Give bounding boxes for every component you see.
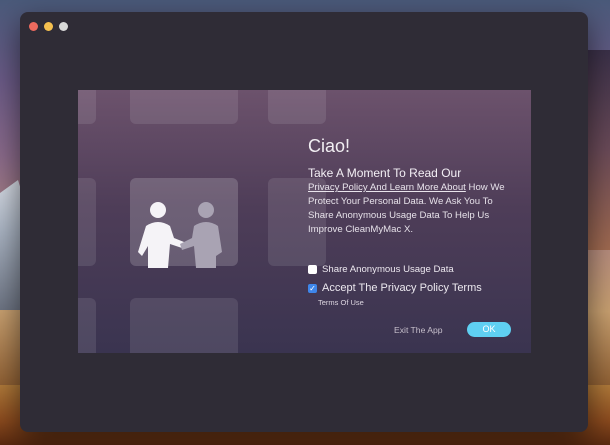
app-window: Ciao! Take A Moment To Read Our Privacy …	[20, 12, 588, 432]
ok-button[interactable]: OK	[467, 322, 511, 337]
intro-paragraph: Take A Moment To Read Our Privacy Policy…	[308, 165, 518, 237]
share-usage-row[interactable]: Share Anonymous Usage Data	[308, 264, 454, 275]
greeting-title: Ciao!	[308, 136, 351, 156]
decor-tile	[78, 178, 96, 266]
accept-terms-label: Accept The Privacy Policy Terms	[322, 282, 482, 294]
privacy-policy-link[interactable]: Privacy Policy And Learn More About	[308, 182, 466, 193]
accept-terms-row[interactable]: ✓ Accept The Privacy Policy Terms	[308, 282, 482, 294]
share-usage-label: Share Anonymous Usage Data	[322, 264, 454, 275]
close-window-button[interactable]	[29, 22, 38, 31]
decor-tile	[78, 90, 96, 124]
check-icon: ✓	[309, 283, 316, 293]
share-usage-checkbox[interactable]	[308, 265, 317, 274]
accept-terms-checkbox[interactable]: ✓	[308, 283, 317, 293]
decor-tile	[78, 298, 96, 353]
onboarding-text-column: Ciao! Take A Moment To Read Our Privacy …	[306, 90, 531, 353]
decor-tile	[130, 298, 238, 353]
decor-tile	[130, 90, 238, 124]
intro-lead: Take A Moment To Read Our	[308, 166, 462, 180]
zoom-window-button[interactable]	[59, 22, 68, 31]
terms-of-use-link[interactable]: Terms Of Use	[318, 298, 364, 307]
exit-app-button[interactable]: Exit The App	[394, 325, 443, 335]
onboarding-panel: Ciao! Take A Moment To Read Our Privacy …	[78, 90, 531, 353]
handshake-icon	[138, 202, 222, 268]
minimize-window-button[interactable]	[44, 22, 53, 31]
